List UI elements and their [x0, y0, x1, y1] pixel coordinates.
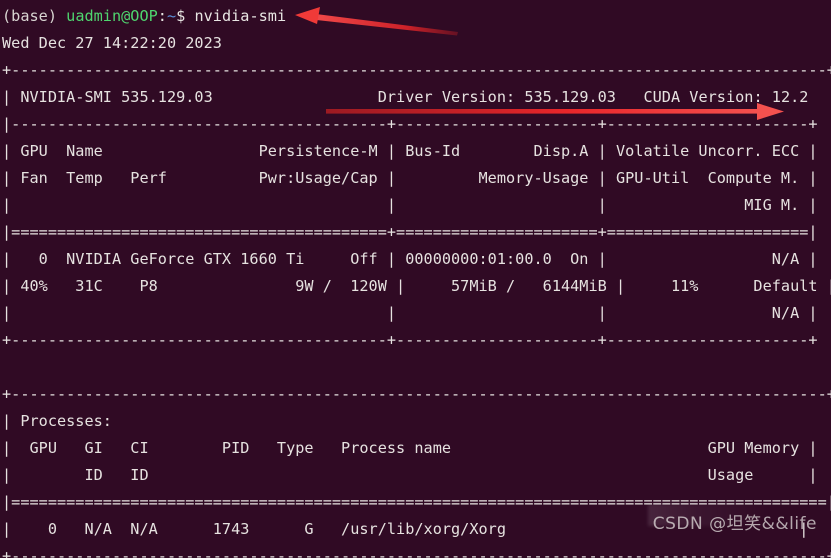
gpu-table-header-row-3: | | | MIG M. |	[2, 196, 818, 214]
gpu-table-bottom-border: +---------------------------------------…	[2, 331, 818, 349]
prompt-sigil: $	[176, 7, 195, 25]
gpu-table-row-1: | 0 NVIDIA GeForce GTX 1660 Ti Off | 000…	[2, 250, 818, 268]
header-gap-1	[213, 88, 378, 106]
table-top-border: +---------------------------------------…	[2, 61, 831, 79]
conda-env-label: (base)	[2, 7, 67, 25]
prompt-path: ~	[166, 7, 177, 25]
processes-header-row-1: | GPU GI CI PID Type Process name GPU Me…	[2, 439, 818, 457]
smi-version-header-line: | NVIDIA-SMI 535.129.03 Driver Version: …	[2, 84, 831, 111]
cuda-version-label: CUDA Version: 12.2	[643, 88, 809, 106]
prompt-user-host: uadmin@OOP	[66, 7, 158, 25]
driver-version-label: Driver Version: 535.129.03	[377, 88, 616, 106]
border-left-pipe: |	[2, 88, 21, 106]
processes-left-pipe: |	[2, 412, 21, 430]
gpu-table-row-3: | | | N/A |	[2, 304, 818, 322]
header-gap-2	[616, 88, 644, 106]
processes-title: Processes:	[20, 412, 112, 430]
smi-version-label: NVIDIA-SMI 535.129.03	[20, 88, 213, 106]
gpu-table-header-row-1: | GPU Name Persistence-M | Bus-Id Disp.A…	[2, 142, 818, 160]
gpu-table-row-2: | 40% 31C P8 9W / 120W | 57MiB / 6144MiB…	[2, 277, 831, 295]
prompt-line: (base) uadmin@OOP:~$ nvidia-smi	[2, 3, 286, 30]
gpu-table-header-row-2: | Fan Temp Perf Pwr:Usage/Cap | Memory-U…	[2, 169, 818, 187]
timestamp-line: Wed Dec 27 14:22:20 2023	[2, 34, 222, 52]
prompt-colon: :	[157, 7, 167, 25]
header-separator-border: |---------------------------------------…	[2, 115, 818, 133]
gpu-table-equals-border: |=======================================…	[2, 223, 818, 241]
border-right-pipe: |	[808, 88, 831, 106]
csdn-watermark: CSDN @坦笑&&life	[652, 513, 817, 534]
command-text: nvidia-smi	[194, 7, 287, 25]
processes-title-line: | Processes: |	[2, 408, 831, 435]
arrow-to-command-icon	[295, 7, 458, 36]
processes-table-bottom-border: +---------------------------------------…	[2, 547, 831, 558]
processes-header-row-2: | ID ID Usage |	[2, 466, 818, 484]
processes-title-pad: |	[111, 412, 831, 430]
terminal-window[interactable]: (base) uadmin@OOP:~$ nvidia-smi Wed Dec …	[0, 0, 831, 558]
processes-table-top-border: +---------------------------------------…	[2, 385, 831, 403]
